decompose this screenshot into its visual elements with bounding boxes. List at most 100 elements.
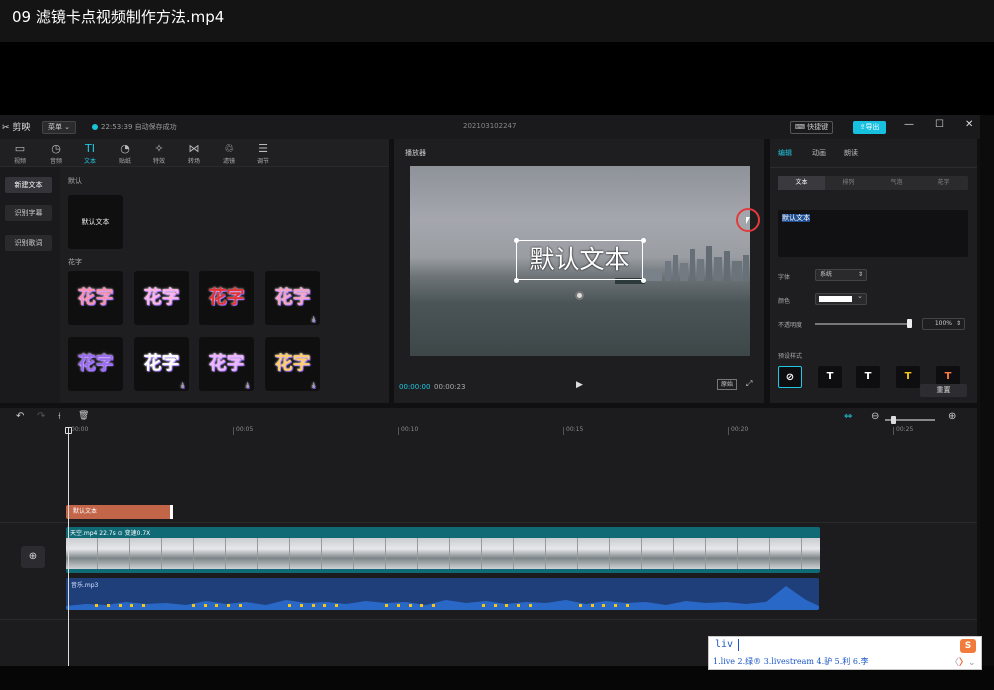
beat-marker[interactable] xyxy=(239,604,242,607)
reset-button[interactable]: 重置 xyxy=(920,384,967,397)
subtab-text[interactable]: 文本 xyxy=(778,176,825,190)
flower-text-tile[interactable]: 花字 ⤓ xyxy=(199,337,254,391)
resize-handle-bottom-right[interactable] xyxy=(641,278,646,283)
play-icon[interactable]: ▶ xyxy=(576,380,583,390)
font-select[interactable]: 系统 ⇕ xyxy=(815,269,867,281)
beat-marker[interactable] xyxy=(517,604,520,607)
preset-style-swatch[interactable]: T xyxy=(818,366,842,388)
tool-video[interactable]: ▭ 视频 xyxy=(2,141,38,167)
beat-marker[interactable] xyxy=(204,604,207,607)
video-clip[interactable]: 天空.mp4 22.7s ⊙ 变速0.7X xyxy=(66,527,820,573)
resize-handle-top-left[interactable] xyxy=(514,238,519,243)
rotate-handle-icon[interactable] xyxy=(575,291,584,300)
tool-adjust[interactable]: ☰ 调节 xyxy=(245,141,281,167)
flower-text-tile[interactable]: 花字 xyxy=(199,271,254,325)
tool-transition[interactable]: ⋈ 转场 xyxy=(176,141,212,167)
beat-marker[interactable] xyxy=(312,604,315,607)
link-icon[interactable]: ⇔ xyxy=(844,411,852,422)
beat-marker[interactable] xyxy=(602,604,605,607)
ime-prev-icon[interactable]: 〈 xyxy=(950,658,959,668)
split-icon[interactable]: ⟊ xyxy=(58,411,61,422)
resize-handle-top-right[interactable] xyxy=(641,238,646,243)
default-text-tile[interactable]: 默认文本 xyxy=(68,195,123,249)
beat-marker[interactable] xyxy=(107,604,110,607)
resize-handle-bottom-left[interactable] xyxy=(514,278,519,283)
sogou-logo-icon[interactable]: S xyxy=(960,639,976,653)
flower-text-tile[interactable]: 花字 ⤓ xyxy=(265,271,320,325)
beat-marker[interactable] xyxy=(579,604,582,607)
tool-filter[interactable]: ♲ 滤镜 xyxy=(211,141,247,167)
playhead[interactable] xyxy=(68,428,69,666)
download-icon[interactable]: ⤓ xyxy=(312,315,315,323)
color-select[interactable]: ⌄ xyxy=(815,292,867,305)
opacity-input[interactable]: 100% ⇕ xyxy=(922,318,965,330)
preset-none[interactable]: ⊘ xyxy=(778,366,802,388)
beat-marker[interactable] xyxy=(288,604,291,607)
preset-style-swatch[interactable]: T xyxy=(896,366,920,388)
tab-edit[interactable]: 编辑 xyxy=(778,148,792,158)
tab-animation[interactable]: 动画 xyxy=(812,148,826,158)
recognize-lyrics-button[interactable]: 识别歌词 xyxy=(5,235,52,251)
beat-marker[interactable] xyxy=(192,604,195,607)
subtab-flower-text[interactable]: 花字 xyxy=(920,176,967,190)
download-icon[interactable]: ⤓ xyxy=(246,381,249,389)
beat-marker[interactable] xyxy=(385,604,388,607)
beat-marker[interactable] xyxy=(494,604,497,607)
beat-marker[interactable] xyxy=(409,604,412,607)
beat-marker[interactable] xyxy=(323,604,326,607)
zoom-slider-knob[interactable] xyxy=(891,416,896,424)
caption-selection-box[interactable]: 默认文本 xyxy=(516,240,643,280)
tool-text[interactable]: TI 文本 xyxy=(72,141,108,167)
opacity-slider[interactable] xyxy=(815,323,911,325)
opacity-slider-knob[interactable] xyxy=(907,319,912,328)
subtab-arrange[interactable]: 排列 xyxy=(825,176,872,190)
zoom-in-icon[interactable]: ⊕ xyxy=(948,411,956,422)
tab-read-aloud[interactable]: 朗读 xyxy=(844,148,858,158)
text-clip[interactable]: 默认文本 xyxy=(66,505,172,519)
beat-marker[interactable] xyxy=(227,604,230,607)
flower-text-tile[interactable]: 花字 ⤓ xyxy=(134,337,189,391)
flower-text-tile[interactable]: 花字 ⤓ xyxy=(265,337,320,391)
beat-marker[interactable] xyxy=(614,604,617,607)
delete-icon[interactable]: 🗑 xyxy=(78,411,89,421)
beat-marker[interactable] xyxy=(626,604,629,607)
beat-marker[interactable] xyxy=(142,604,145,607)
cover-button[interactable]: ⊕ xyxy=(21,546,45,568)
beat-marker[interactable] xyxy=(529,604,532,607)
clip-trim-handle[interactable] xyxy=(170,505,173,519)
window-scrollbar[interactable] xyxy=(980,115,994,666)
text-content-input[interactable]: 默认文本 xyxy=(778,210,968,257)
export-button[interactable]: ⇪导出 xyxy=(853,121,886,134)
beat-marker[interactable] xyxy=(95,604,98,607)
beat-marker[interactable] xyxy=(591,604,594,607)
caption-text[interactable]: 默认文本 xyxy=(517,241,642,279)
beat-marker[interactable] xyxy=(300,604,303,607)
beat-marker[interactable] xyxy=(432,604,435,607)
tool-audio[interactable]: ◷ 音频 xyxy=(38,141,74,167)
subtab-bubble[interactable]: 气泡 xyxy=(873,176,920,190)
flower-text-tile[interactable]: 花字 xyxy=(68,271,123,325)
beat-marker[interactable] xyxy=(482,604,485,607)
download-icon[interactable]: ⤓ xyxy=(312,381,315,389)
download-icon[interactable]: ⤓ xyxy=(181,381,184,389)
beat-marker[interactable] xyxy=(130,604,133,607)
audio-clip[interactable]: 音乐.mp3 xyxy=(66,578,819,610)
time-ruler[interactable]: 00:00 00:05 00:10 00:15 00:20 00:25 xyxy=(66,427,977,439)
zoom-out-icon[interactable]: ⊖ xyxy=(871,411,879,422)
beat-marker[interactable] xyxy=(335,604,338,607)
close-button[interactable]: ✕ xyxy=(965,119,973,130)
undo-icon[interactable]: ↶ xyxy=(16,411,24,422)
tool-sticker[interactable]: ◔ 贴纸 xyxy=(107,141,143,167)
redo-icon[interactable]: ↷ xyxy=(37,411,45,422)
beat-marker[interactable] xyxy=(420,604,423,607)
ime-more-icon[interactable]: ⌄ xyxy=(968,658,976,668)
fullscreen-icon[interactable]: ⤢ xyxy=(746,379,752,389)
shortcut-button[interactable]: ⌨ 快捷键 xyxy=(790,121,833,134)
beat-marker[interactable] xyxy=(505,604,508,607)
new-text-button[interactable]: 新建文本 xyxy=(5,177,52,193)
ratio-button[interactable]: 原始 xyxy=(717,379,737,390)
menu-button[interactable]: 菜单 ⌄ xyxy=(42,121,76,134)
preset-style-swatch[interactable]: T xyxy=(856,366,880,388)
video-preview[interactable]: 默认文本 xyxy=(410,166,750,356)
beat-marker[interactable] xyxy=(215,604,218,607)
